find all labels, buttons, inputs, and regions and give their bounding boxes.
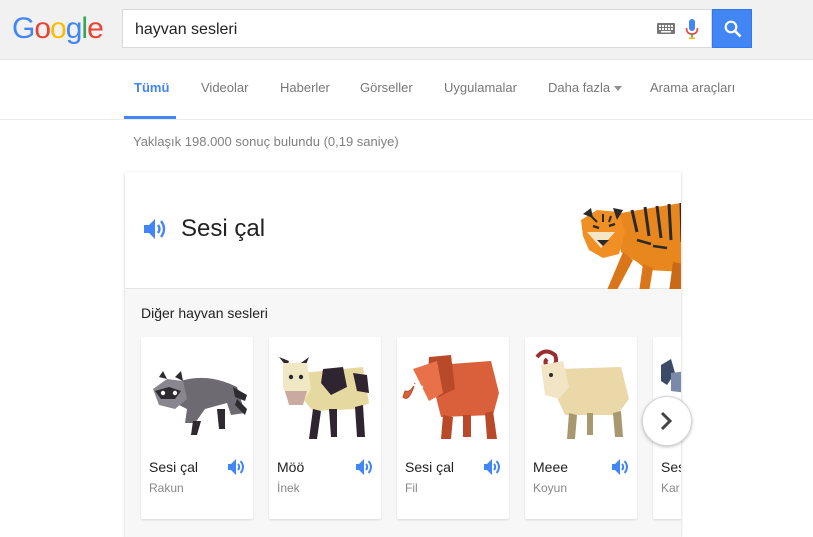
tab-more[interactable]: Daha fazla	[548, 80, 623, 95]
speaker-icon	[144, 219, 166, 239]
caret-down-icon	[614, 86, 623, 92]
animal-label: Möö	[277, 459, 305, 475]
animal-name: Koyun	[533, 481, 568, 495]
result-stats: Yaklaşık 198.000 sonuç bulundu (0,19 san…	[133, 134, 399, 149]
logo-letter: g	[65, 12, 83, 45]
animal-label: Sesi çal	[405, 459, 455, 475]
logo-letter: o	[34, 12, 51, 45]
speaker-icon[interactable]	[611, 458, 631, 476]
cow-image	[279, 357, 369, 439]
elephant-image	[402, 355, 499, 439]
sheep-image	[535, 349, 629, 439]
mic-icon[interactable]	[685, 19, 699, 39]
search-tabs: Tümü Videolar Haberler Görseller Uygulam…	[0, 60, 813, 120]
tab-news[interactable]: Haberler	[280, 80, 330, 95]
animal-label: Meee	[533, 459, 569, 475]
search-input[interactable]	[133, 10, 637, 49]
search-box	[122, 9, 712, 49]
animal-name: Kar	[661, 481, 680, 495]
featured-sound: Sesi çal	[125, 172, 681, 292]
animal-carousel: Sesi çal Rakun Möö İnek Sesi çal Fil Mee…	[141, 337, 681, 519]
tab-more-label: Daha fazla	[548, 80, 611, 95]
animal-item-raccoon[interactable]: Sesi çal Rakun	[141, 337, 253, 519]
active-tab-indicator	[124, 116, 176, 119]
tab-images[interactable]: Görseller	[360, 80, 413, 95]
carousel-next-button[interactable]	[642, 396, 692, 446]
animal-label: Ses	[661, 459, 681, 475]
tab-apps[interactable]: Uygulamalar	[444, 80, 517, 95]
chevron-right-icon	[660, 411, 673, 431]
tiger-image	[581, 203, 681, 292]
google-logo[interactable]: Google	[12, 12, 104, 45]
header: Google	[0, 0, 813, 60]
other-animal-sounds: Diğer hayvan sesleri Sesi çal Rakun Möö …	[125, 289, 681, 537]
animal-label: Sesi çal	[149, 459, 199, 475]
speaker-icon[interactable]	[355, 458, 375, 476]
tab-all[interactable]: Tümü	[134, 80, 169, 95]
speaker-icon[interactable]	[227, 458, 247, 476]
speaker-icon[interactable]	[483, 458, 503, 476]
animal-name: İnek	[277, 481, 300, 495]
logo-letter: o	[50, 12, 67, 45]
tab-search-tools[interactable]: Arama araçları	[650, 80, 735, 95]
tab-videos[interactable]: Videolar	[201, 80, 248, 95]
animal-item-sheep[interactable]: Meee Koyun	[525, 337, 637, 519]
raccoon-image	[153, 371, 247, 435]
play-sound-label: Sesi çal	[181, 215, 266, 242]
animal-item-elephant[interactable]: Sesi çal Fil	[397, 337, 509, 519]
keyboard-icon[interactable]	[657, 23, 675, 34]
other-sounds-title: Diğer hayvan sesleri	[141, 305, 268, 321]
animal-sounds-card: Sesi çal Diğer hayvan sesleri Sesi çal R…	[125, 172, 681, 537]
animal-name: Fil	[405, 481, 418, 495]
search-button[interactable]	[712, 9, 752, 48]
search-icon	[724, 20, 742, 38]
animal-item-cow[interactable]: Möö İnek	[269, 337, 381, 519]
logo-letter: G	[12, 12, 35, 45]
animal-name: Rakun	[149, 481, 184, 495]
logo-letter: e	[87, 12, 104, 45]
